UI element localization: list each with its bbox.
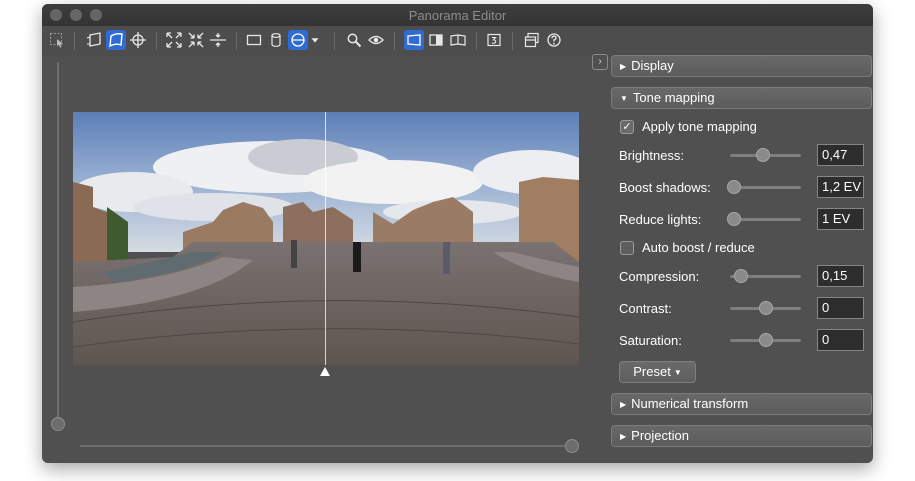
toolbar-separator <box>74 32 75 50</box>
apply-tone-mapping-checkbox[interactable]: ✓ <box>620 120 634 134</box>
perspective-frame-icon <box>86 32 101 47</box>
boost-shadows-label: Boost shadows: <box>619 180 711 195</box>
view-rect-button[interactable] <box>404 30 424 50</box>
saturation-label: Saturation: <box>619 333 682 348</box>
toolbar-separator <box>512 32 513 50</box>
reduce-lights-slider-knob[interactable] <box>726 212 741 226</box>
saturation-slider-knob[interactable] <box>758 333 773 347</box>
tone-mapping-section-header[interactable]: ▼ Tone mapping <box>611 87 872 109</box>
saturation-value-field[interactable]: 0 <box>817 329 864 351</box>
horizon-button[interactable] <box>208 30 228 50</box>
sphere-icon <box>291 33 305 47</box>
auto-boost-reduce-checkbox[interactable] <box>620 241 634 255</box>
dropdown-arrow-icon: ▼ <box>673 368 682 377</box>
contrast-slider-knob[interactable] <box>758 301 773 315</box>
view-split-button[interactable] <box>426 30 446 50</box>
brightness-slider-knob[interactable] <box>756 148 771 162</box>
panel-collapse-button[interactable]: › <box>592 54 608 70</box>
preview-center-line <box>325 112 326 365</box>
preview-eye-button[interactable] <box>366 30 386 50</box>
horizontal-slider-knob[interactable] <box>565 439 579 453</box>
boost-shadows-slider-knob[interactable] <box>727 180 742 194</box>
vertical-slider-track[interactable] <box>57 62 59 422</box>
window-layout-icon <box>524 32 539 48</box>
contrast-value-field[interactable]: 0 <box>817 297 864 319</box>
compression-label: Compression: <box>619 269 700 284</box>
reduce-lights-label: Reduce lights: <box>619 212 702 227</box>
toolbar-separator <box>236 32 237 50</box>
reduce-lights-slider[interactable] <box>730 218 801 221</box>
expand-icon <box>166 32 182 48</box>
crosshair-button[interactable] <box>128 30 148 50</box>
view-rect-icon <box>407 34 421 46</box>
vertical-slider-knob[interactable] <box>51 417 65 431</box>
horizon-icon <box>210 33 226 47</box>
view-book-button[interactable] <box>448 30 468 50</box>
view-split-icon <box>429 34 443 46</box>
preset-button-label: Preset <box>633 364 671 379</box>
rectangle-icon <box>246 34 262 46</box>
help-icon <box>547 33 561 47</box>
dropdown-icon <box>311 38 319 43</box>
compression-slider-knob[interactable] <box>733 269 748 283</box>
zoom-button[interactable] <box>344 30 364 50</box>
apply-tone-mapping-label: Apply tone mapping <box>642 119 757 134</box>
display-section-label: Display <box>631 58 674 73</box>
expand-button[interactable] <box>164 30 184 50</box>
window-layout-button[interactable] <box>522 30 542 50</box>
disclosure-right-icon: ▶ <box>620 432 627 441</box>
zoom-icon <box>347 33 362 48</box>
projection-section-header[interactable]: ▶ Projection <box>611 425 872 447</box>
disclosure-right-icon: ▶ <box>620 400 627 409</box>
collapse-icon <box>188 32 204 48</box>
crosshair-icon <box>130 32 146 48</box>
brightness-value-field[interactable]: 0,47 <box>817 144 864 166</box>
warp-frame-icon <box>109 33 123 48</box>
checkmark-icon: ✓ <box>622 121 632 133</box>
numerical-transform-section-label: Numerical transform <box>631 396 749 411</box>
cylinder-icon <box>271 33 281 47</box>
3d-icon <box>487 33 501 47</box>
disclosure-right-icon: ▶ <box>620 62 627 71</box>
toolbar-separator <box>394 32 395 50</box>
horizontal-slider-track[interactable] <box>80 445 572 447</box>
compression-value-field[interactable]: 0,15 <box>817 265 864 287</box>
brightness-label: Brightness: <box>619 148 685 163</box>
reduce-lights-value-field[interactable]: 1 EV <box>817 208 864 230</box>
title-bar: Panorama Editor <box>42 4 873 26</box>
panorama-image <box>73 112 579 365</box>
contrast-label: Contrast: <box>619 301 672 316</box>
warp-frame-button[interactable] <box>106 30 126 50</box>
eye-icon <box>368 35 384 45</box>
toolbar-separator <box>334 32 335 50</box>
chevron-right-icon: › <box>598 56 602 67</box>
select-arrow-icon <box>50 33 63 48</box>
display-section-header[interactable]: ▶ Display <box>611 55 872 77</box>
3d-view-button[interactable] <box>484 30 504 50</box>
window-title: Panorama Editor <box>408 8 507 23</box>
toolbar-separator <box>156 32 157 50</box>
panorama-editor-window: Panorama Editor › ▶ Display ▼ Tone mappi… <box>42 4 873 463</box>
view-book-icon <box>450 34 466 46</box>
sphere-projection-button[interactable] <box>288 30 308 50</box>
toolbar <box>42 26 873 56</box>
preset-button[interactable]: Preset ▼ <box>619 361 696 383</box>
panorama-preview[interactable] <box>73 112 579 365</box>
tone-mapping-section-label: Tone mapping <box>632 90 715 105</box>
rectangle-projection-button[interactable] <box>244 30 264 50</box>
perspective-frame-button[interactable] <box>84 30 104 50</box>
auto-boost-reduce-label: Auto boost / reduce <box>642 240 755 255</box>
projection-dropdown-button[interactable] <box>308 30 322 50</box>
select-arrow-button[interactable] <box>47 30 67 50</box>
center-marker-icon[interactable] <box>320 367 330 376</box>
boost-shadows-value-field[interactable]: 1,2 EV <box>817 176 864 198</box>
help-button[interactable] <box>544 30 564 50</box>
projection-section-label: Projection <box>631 428 689 443</box>
cylinder-projection-button[interactable] <box>266 30 286 50</box>
toolbar-separator <box>476 32 477 50</box>
numerical-transform-section-header[interactable]: ▶ Numerical transform <box>611 393 872 415</box>
collapse-button[interactable] <box>186 30 206 50</box>
disclosure-down-icon: ▼ <box>620 94 628 103</box>
